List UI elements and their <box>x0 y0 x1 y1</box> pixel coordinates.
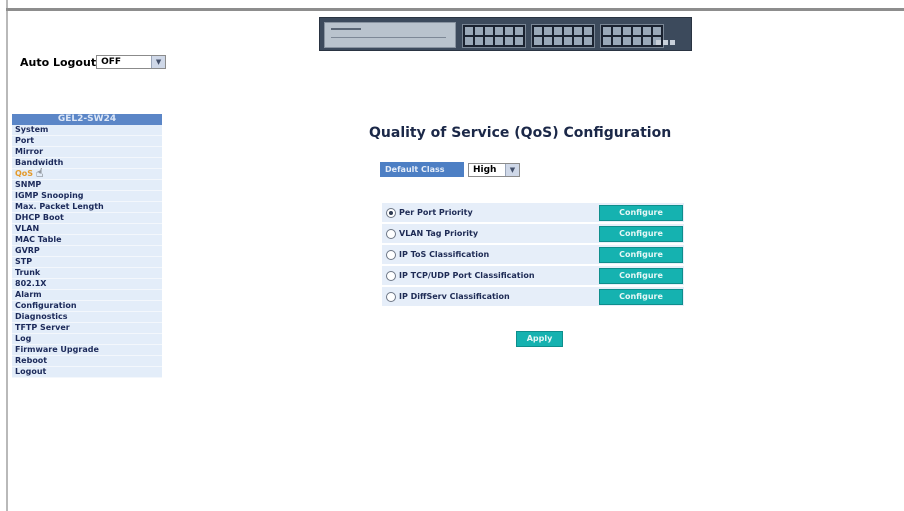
sidebar-item-mac-table[interactable]: MAC Table <box>12 235 162 246</box>
sidebar-item-igmp-snooping[interactable]: IGMP Snooping <box>12 191 162 202</box>
sidebar-item-trunk[interactable]: Trunk <box>12 268 162 279</box>
sidebar-item-802-1x[interactable]: 802.1X <box>12 279 162 290</box>
sidebar-item-qos-label: QoS <box>15 169 34 178</box>
qos-option-vlan-tag-priority[interactable]: VLAN Tag Priority <box>382 228 597 239</box>
sidebar-item-dhcp-boot[interactable]: DHCP Boot <box>12 213 162 224</box>
radio-button-selected[interactable] <box>386 207 396 218</box>
qos-option-label: Per Port Priority <box>399 208 473 217</box>
chevron-down-icon: ▼ <box>505 163 519 176</box>
qos-option-label: VLAN Tag Priority <box>399 229 479 238</box>
radio-button[interactable] <box>386 270 396 281</box>
switch-label-plate <box>324 22 456 48</box>
qos-row-ip-diffserv: IP DiffServ Classification Configure <box>382 287 684 306</box>
page-title: Quality of Service (QoS) Configuration <box>369 125 672 141</box>
configure-button-ip-tos[interactable]: Configure <box>599 246 683 263</box>
sidebar-item-snmp[interactable]: SNMP <box>12 180 162 191</box>
qos-options-table: Per Port Priority Configure VLAN Tag Pri… <box>382 203 684 308</box>
sidebar-item-tftp-server[interactable]: TFTP Server <box>12 323 162 334</box>
sidebar-item-max-packet-length[interactable]: Max. Packet Length <box>12 202 162 213</box>
configure-button-per-port-priority[interactable]: Configure <box>599 204 683 221</box>
switch-banner-image <box>319 17 692 51</box>
sidebar-item-port[interactable]: Port <box>12 136 162 147</box>
qos-option-per-port-priority[interactable]: Per Port Priority <box>382 207 597 218</box>
configure-button-ip-tcp-udp-port[interactable]: Configure <box>599 267 683 284</box>
default-class-value: High <box>473 164 497 175</box>
port-group-2 <box>531 24 595 48</box>
port-group-3 <box>600 24 664 48</box>
qos-row-vlan-tag-priority: VLAN Tag Priority Configure <box>382 224 684 243</box>
sidebar-item-mirror[interactable]: Mirror <box>12 147 162 158</box>
sidebar-item-diagnostics[interactable]: Diagnostics <box>12 312 162 323</box>
configure-button-vlan-tag-priority[interactable]: Configure <box>599 225 683 242</box>
sidebar-item-qos[interactable]: QoS ☝ <box>12 166 162 180</box>
chevron-down-icon: ▼ <box>151 56 166 68</box>
radio-button[interactable] <box>386 291 396 302</box>
sidebar-item-logout[interactable]: Logout <box>12 367 162 378</box>
sidebar-item-alarm[interactable]: Alarm <box>12 290 162 301</box>
sidebar-item-reboot[interactable]: Reboot <box>12 356 162 367</box>
qos-row-ip-tos: IP ToS Classification Configure <box>382 245 684 264</box>
status-leds <box>656 30 686 45</box>
auto-logout-control: Auto Logout OFF ▼ <box>20 55 167 69</box>
qos-row-ip-tcp-udp-port: IP TCP/UDP Port Classification Configure <box>382 266 684 285</box>
auto-logout-value: OFF <box>101 57 122 67</box>
auto-logout-label: Auto Logout <box>20 55 97 69</box>
sidebar-item-bandwidth[interactable]: Bandwidth <box>12 158 162 169</box>
port-group-1 <box>462 24 526 48</box>
sidebar-item-vlan[interactable]: VLAN <box>12 224 162 235</box>
qos-option-label: IP TCP/UDP Port Classification <box>399 271 535 280</box>
apply-button[interactable]: Apply <box>516 331 563 347</box>
sidebar-item-log[interactable]: Log <box>12 334 162 345</box>
sidebar-item-configuration[interactable]: Configuration <box>12 301 162 312</box>
sidebar-item-gvrp[interactable]: GVRP <box>12 246 162 257</box>
default-class-label: Default Class <box>380 162 464 177</box>
qos-option-ip-diffserv[interactable]: IP DiffServ Classification <box>382 291 597 302</box>
top-frame-border <box>6 8 904 11</box>
default-class-select[interactable]: High ▼ <box>468 162 520 177</box>
sidebar-list: System Port Mirror Bandwidth QoS ☝ SNMP I… <box>12 125 162 378</box>
sidebar-menu: GEL2-SW24 System Port Mirror Bandwidth Q… <box>12 114 162 378</box>
qos-option-label: IP ToS Classification <box>399 250 490 259</box>
sidebar-item-system[interactable]: System <box>12 125 162 136</box>
default-class-control: Default Class High ▼ <box>380 162 520 177</box>
sidebar-item-firmware-upgrade[interactable]: Firmware Upgrade <box>12 345 162 356</box>
qos-option-ip-tos[interactable]: IP ToS Classification <box>382 249 597 260</box>
qos-row-per-port-priority: Per Port Priority Configure <box>382 203 684 222</box>
qos-option-ip-tcp-udp-port[interactable]: IP TCP/UDP Port Classification <box>382 270 597 281</box>
configure-button-ip-diffserv[interactable]: Configure <box>599 288 683 305</box>
radio-button[interactable] <box>386 249 396 260</box>
radio-button[interactable] <box>386 228 396 239</box>
left-frame-border <box>6 0 8 511</box>
qos-option-label: IP DiffServ Classification <box>399 292 510 301</box>
sidebar-item-stp[interactable]: STP <box>12 257 162 268</box>
sidebar-header: GEL2-SW24 <box>12 114 162 125</box>
hand-cursor-icon: ☝ <box>36 166 44 180</box>
switch-ports-graphic <box>462 24 664 48</box>
auto-logout-select[interactable]: OFF ▼ <box>96 55 167 69</box>
